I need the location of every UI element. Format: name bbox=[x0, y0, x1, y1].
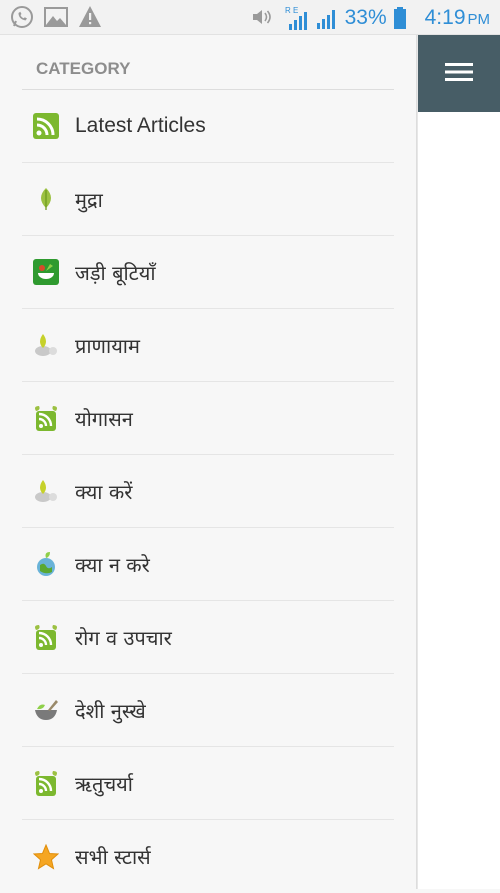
rss-leaf-icon bbox=[33, 770, 59, 796]
navigation-drawer: CATEGORY Latest Articles मुद्रा जड़ी बूट… bbox=[0, 35, 416, 889]
category-item-seasonal-routine[interactable]: ऋतुचर्या bbox=[22, 747, 394, 820]
hamburger-menu-icon bbox=[445, 62, 473, 86]
category-item-latest-articles[interactable]: Latest Articles bbox=[22, 90, 394, 163]
category-item-yogasana[interactable]: योगासन bbox=[22, 382, 394, 455]
signal-icon bbox=[315, 6, 339, 30]
category-label: देशी नुस्खे bbox=[75, 698, 146, 723]
drawer-header: CATEGORY bbox=[36, 59, 131, 78]
category-item-do[interactable]: क्या करें bbox=[22, 455, 394, 528]
category-label: रोग व उपचार bbox=[75, 625, 172, 650]
category-item-pranayama[interactable]: प्राणायाम bbox=[22, 309, 394, 382]
category-label: ऋतुचर्या bbox=[75, 771, 133, 796]
warning-icon bbox=[78, 5, 102, 29]
category-label: क्या न करे bbox=[75, 552, 150, 577]
category-label: प्राणायाम bbox=[75, 333, 140, 358]
eco-globe-icon bbox=[33, 551, 59, 577]
gallery-icon bbox=[44, 5, 68, 29]
battery-icon bbox=[393, 6, 407, 30]
network-badge: R E bbox=[285, 6, 298, 15]
battery-percent: 33% bbox=[344, 6, 387, 29]
mortar-icon bbox=[33, 697, 59, 723]
herbal-medicine-icon bbox=[33, 478, 59, 504]
category-label: सभी स्टार्स bbox=[75, 845, 151, 869]
category-label: जड़ी बूटियाँ bbox=[75, 260, 156, 285]
herbs-icon bbox=[33, 259, 59, 285]
signal-icon: R E bbox=[281, 4, 309, 32]
category-item-herbs[interactable]: जड़ी बूटियाँ bbox=[22, 236, 394, 309]
category-item-mudra[interactable]: मुद्रा bbox=[22, 163, 394, 236]
clock-ampm: PM bbox=[467, 11, 491, 28]
clock: 4:19 PM bbox=[425, 6, 490, 30]
leaf-icon bbox=[33, 186, 59, 212]
main-content-area bbox=[418, 35, 500, 889]
rss-leaf-icon bbox=[33, 405, 59, 431]
category-item-all-stars[interactable]: सभी स्टार्स bbox=[22, 820, 394, 893]
clock-time: 4:19 bbox=[424, 6, 466, 29]
category-item-home-remedies[interactable]: देशी नुस्खे bbox=[22, 674, 394, 747]
star-icon bbox=[33, 843, 59, 870]
category-item-disease-treatment[interactable]: रोग व उपचार bbox=[22, 601, 394, 674]
category-list: Latest Articles मुद्रा जड़ी बूटियाँ प्रा… bbox=[22, 90, 394, 893]
category-item-dont[interactable]: क्या न करे bbox=[22, 528, 394, 601]
category-label: योगासन bbox=[75, 406, 133, 431]
category-label: मुद्रा bbox=[75, 187, 103, 212]
rss-leaf-icon bbox=[33, 624, 59, 650]
whatsapp-icon bbox=[10, 5, 34, 29]
herbal-medicine-icon bbox=[33, 332, 59, 358]
volume-icon bbox=[251, 6, 275, 30]
category-label: Latest Articles bbox=[75, 114, 206, 137]
hamburger-menu-button[interactable] bbox=[418, 35, 500, 112]
status-bar: R E 33% 4:19 PM bbox=[0, 0, 500, 35]
rss-icon bbox=[33, 113, 59, 139]
category-label: क्या करें bbox=[75, 479, 133, 504]
